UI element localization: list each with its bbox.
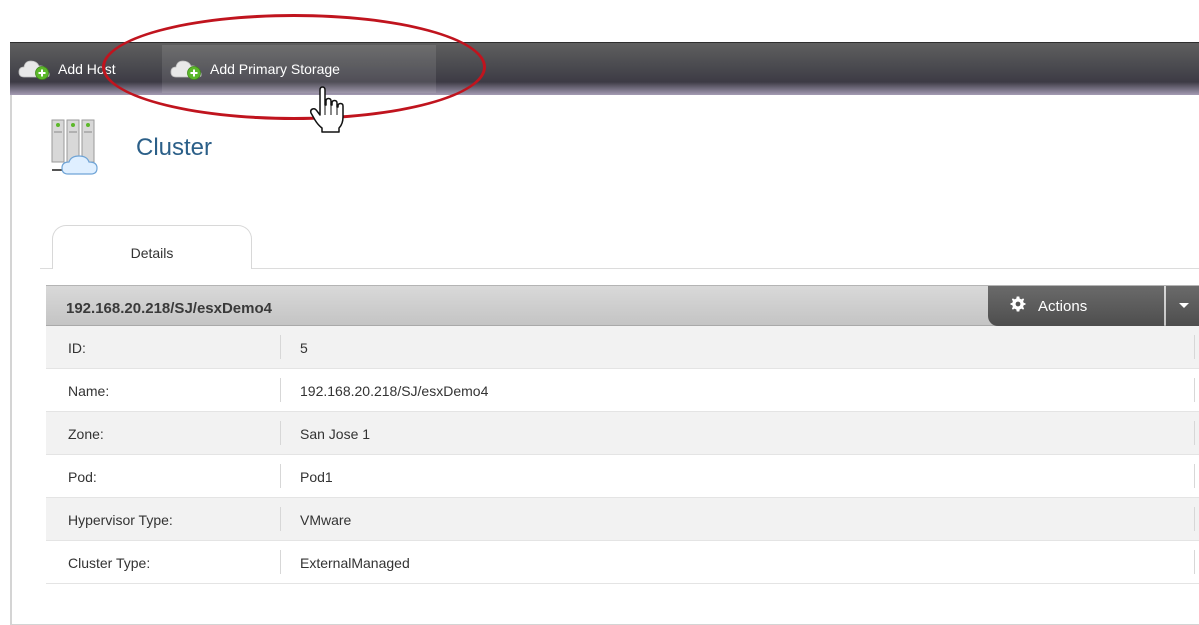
- detail-row-id: ID: 5: [46, 326, 1199, 369]
- detail-value: 5: [300, 340, 308, 356]
- add-primary-storage-label: Add Primary Storage: [210, 61, 340, 77]
- detail-value: ExternalManaged: [300, 555, 410, 571]
- actions-dropdown-button[interactable]: [1166, 286, 1199, 326]
- caret-down-icon: [1179, 303, 1189, 308]
- toolbar: Add Host Add Primary Storage: [10, 42, 1199, 95]
- detail-header-title: 192.168.20.218/SJ/esxDemo4: [66, 300, 272, 317]
- tab-details[interactable]: Details: [52, 225, 252, 269]
- column-divider: [1194, 378, 1195, 402]
- column-divider: [1194, 550, 1195, 574]
- detail-label: Name:: [68, 383, 110, 399]
- column-divider: [280, 378, 281, 402]
- detail-value: 192.168.20.218/SJ/esxDemo4: [300, 383, 489, 399]
- detail-label: Cluster Type:: [68, 555, 151, 571]
- detail-row-name: Name: 192.168.20.218/SJ/esxDemo4: [46, 369, 1199, 412]
- detail-value: Pod1: [300, 469, 333, 485]
- detail-row-zone: Zone: San Jose 1: [46, 412, 1199, 455]
- column-divider: [1194, 464, 1195, 488]
- detail-label: Zone:: [68, 426, 104, 442]
- column-divider: [1194, 421, 1195, 445]
- cluster-icon: [51, 119, 98, 175]
- detail-label: Hypervisor Type:: [68, 512, 173, 528]
- detail-label: Pod:: [68, 469, 97, 485]
- cloud-plus-icon: [170, 60, 202, 80]
- column-divider: [280, 550, 281, 574]
- detail-value: VMware: [300, 512, 352, 528]
- column-divider: [280, 507, 281, 531]
- detail-label: ID:: [68, 340, 86, 356]
- detail-panel: 192.168.20.218/SJ/esxDemo4 Actions ID: 5…: [46, 285, 1199, 625]
- column-divider: [280, 421, 281, 445]
- detail-row-hypervisor-type: Hypervisor Type: VMware: [46, 498, 1199, 541]
- detail-row-pod: Pod: Pod1: [46, 455, 1199, 498]
- gear-icon: [1010, 296, 1026, 312]
- column-divider: [280, 335, 281, 359]
- panel-left-border: [10, 42, 12, 625]
- detail-rows: ID: 5 Name: 192.168.20.218/SJ/esxDemo4 Z…: [46, 326, 1199, 584]
- actions-button[interactable]: Actions: [988, 286, 1164, 326]
- column-divider: [1194, 507, 1195, 531]
- detail-header: 192.168.20.218/SJ/esxDemo4 Actions: [46, 285, 1199, 326]
- column-divider: [1194, 335, 1195, 359]
- detail-row-cluster-type: Cluster Type: ExternalManaged: [46, 541, 1199, 584]
- add-host-button[interactable]: Add Host: [16, 45, 164, 93]
- add-primary-storage-button[interactable]: Add Primary Storage: [162, 45, 436, 93]
- hand-pointer-icon: [309, 86, 344, 133]
- add-host-label: Add Host: [58, 61, 116, 77]
- cloud-plus-icon: [18, 60, 50, 80]
- column-divider: [280, 464, 281, 488]
- page-title: Cluster: [136, 134, 213, 161]
- detail-value: San Jose 1: [300, 426, 371, 442]
- actions-label: Actions: [1038, 297, 1088, 315]
